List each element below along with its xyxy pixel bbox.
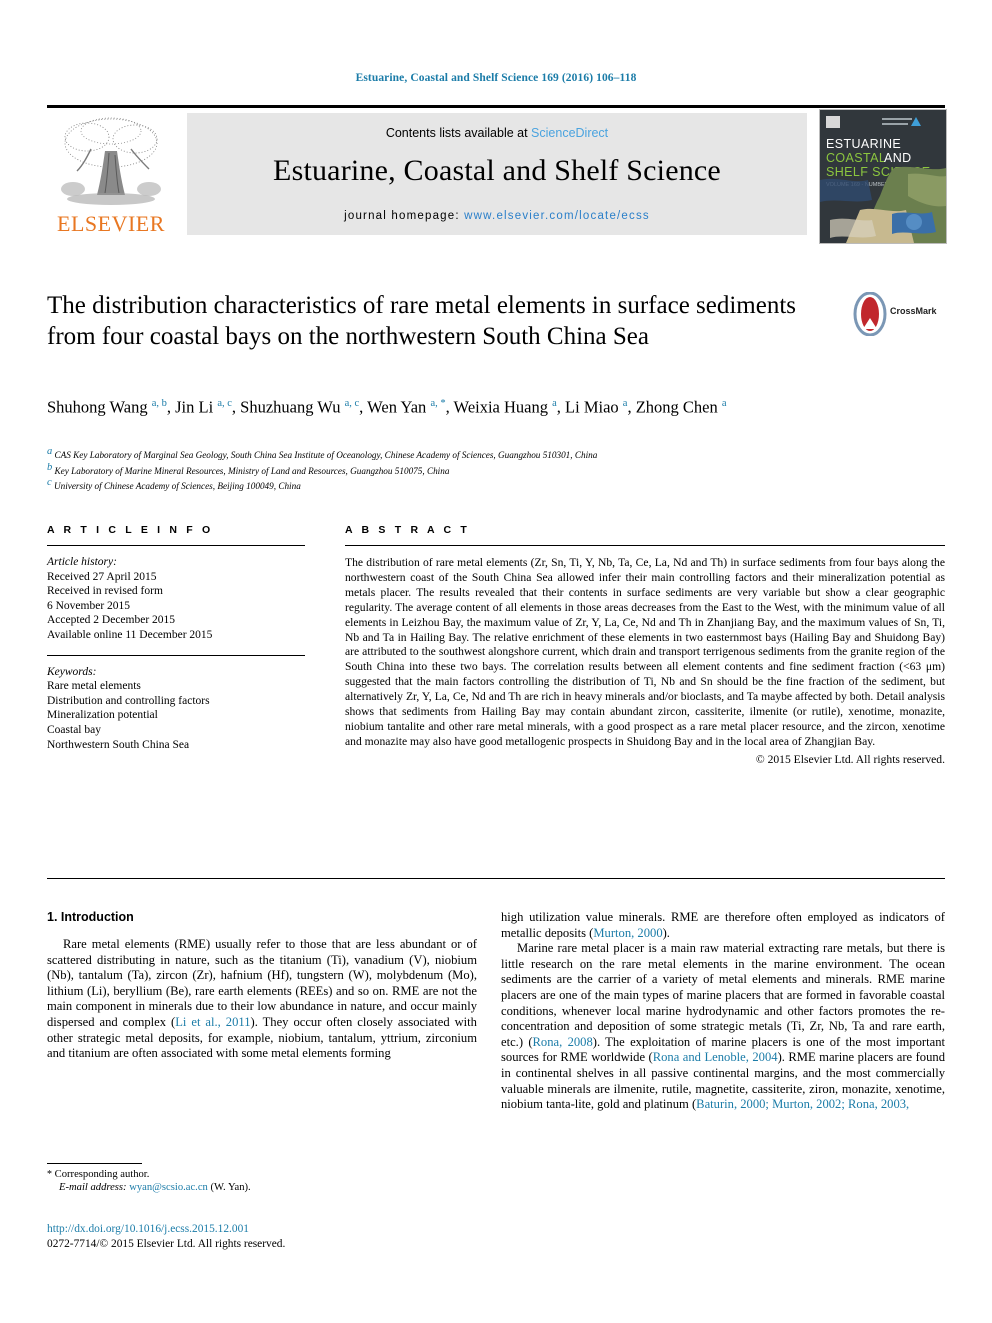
elsevier-wordmark: ELSEVIER [57,211,165,236]
corresponding-marker: * [47,1169,52,1180]
abstract-section: A B S T R A C T The distribution of rare… [345,524,945,766]
article-info-heading: A R T I C L E I N F O [47,524,214,536]
affiliation-b: b Key Laboratory of Marine Mineral Resou… [47,461,450,476]
issn-copyright-line: 0272-7714/© 2015 Elsevier Ltd. All right… [47,1237,286,1250]
elsevier-tree-icon [61,117,161,205]
abstract-text: The distribution of rare metal elements … [345,556,945,748]
email-line: E-mail address: wyan@scsio.ac.cn (W. Yan… [47,1181,477,1194]
section-heading-introduction: 1. Introduction [47,910,134,924]
svg-text:COASTAL: COASTAL [826,151,886,165]
keywords-label: Keywords: [47,665,97,678]
journal-masthead: ELSEVIER Contents lists available at Sci… [47,105,947,244]
article-history: Article history: Received 27 April 2015 R… [47,555,305,643]
article-history-item: Accepted 2 December 2015 [47,614,176,627]
title-block: The distribution characteristics of rare… [47,290,837,352]
affiliation-list: a CAS Key Laboratory of Marginal Sea Geo… [47,446,877,493]
masthead-top-rule [47,105,945,108]
doi-link[interactable]: http://dx.doi.org/10.1016/j.ecss.2015.12… [47,1222,547,1237]
intro-paragraph-1: Rare metal elements (RME) usually refer … [47,937,477,1061]
email-link[interactable]: wyan@scsio.ac.cn [129,1182,208,1193]
article-history-item: 6 November 2015 [47,599,131,612]
journal-homepage-line: journal homepage: www.elsevier.com/locat… [187,210,807,222]
article-history-label: Article history: [47,556,117,568]
email-label: E-mail address: [59,1182,127,1194]
sciencedirect-link[interactable]: ScienceDirect [531,126,608,140]
citation-link[interactable]: Baturin, 2000; Murton, 2002; Rona, 2003, [696,1097,909,1111]
introduction-right-column: high utilization value minerals. RME are… [501,910,945,1113]
crossmark-badge[interactable]: CrossMark [852,291,947,337]
journal-title: Estuarine, Coastal and Shelf Science [273,154,721,187]
corresponding-author-line: * Corresponding author. [47,1168,477,1181]
affiliation-a: a CAS Key Laboratory of Marginal Sea Geo… [47,446,598,461]
intro-paragraph-1-cont: high utilization value minerals. RME are… [501,910,945,940]
corresponding-label: Corresponding author. [54,1169,150,1180]
keyword-item: Northwestern South China Sea [47,738,190,751]
abstract-bottom-rule [47,878,945,879]
keywords-section: Keywords: Rare metal elements Distributio… [47,665,305,753]
svg-text:AND: AND [884,151,912,165]
keyword-item: Coastal bay [47,723,101,736]
citation-link[interactable]: Li et al., 2011 [175,1015,250,1029]
contents-prefix: Contents lists available at [385,126,532,140]
keyword-item: Distribution and controlling factors [47,694,210,707]
article-history-item: Received in revised form [47,585,163,598]
journal-cover-thumbnail: ESTUARINE COASTAL AND SHELF SCIENCE VOLU… [819,109,947,244]
corresponding-author-note: * Corresponding author. E-mail address: … [47,1168,477,1195]
keyword-item: Mineralization potential [47,709,158,722]
intro-paragraph-2: Marine rare metal placer is a main raw m… [501,941,945,1112]
article-history-item: Received 27 April 2015 [47,570,157,583]
abstract-copyright: © 2015 Elsevier Ltd. All rights reserved… [755,752,945,766]
keywords-rule [47,654,305,656]
article-info-section: A R T I C L E I N F O Article history: R… [47,524,305,752]
email-suffix: (W. Yan). [210,1182,251,1194]
abstract-rule [345,545,945,546]
running-head: Estuarine, Coastal and Shelf Science 169… [355,72,637,84]
journal-cover-image: ESTUARINE COASTAL AND SHELF SCIENCE VOLU… [820,110,946,243]
masthead-banner: Contents lists available at ScienceDirec… [187,113,807,235]
introduction-left-column: 1. Introduction Rare metal elements (RME… [47,910,477,1062]
crossmark-label: CrossMark [890,306,937,316]
citation-link[interactable]: Rona and Lenoble, 2004 [653,1050,778,1064]
footer-doi-block: http://dx.doi.org/10.1016/j.ecss.2015.12… [47,1222,547,1251]
svg-text:ESTUARINE: ESTUARINE [826,137,901,151]
contents-available-line: Contents lists available at ScienceDirec… [187,126,807,140]
affiliation-c: c University of Chinese Academy of Scien… [47,477,301,492]
journal-homepage-link[interactable]: www.elsevier.com/locate/ecss [464,210,650,222]
citation-link[interactable]: Rona, 2008 [533,1035,593,1049]
article-history-item: Available online 11 December 2015 [47,628,213,641]
keyword-item: Rare metal elements [47,680,141,693]
homepage-prefix: journal homepage: [344,210,465,222]
crossmark-icon [853,291,887,337]
citation-link[interactable]: Murton, 2000 [593,926,662,940]
abstract-heading: A B S T R A C T [345,524,470,536]
page-title: The distribution characteristics of rare… [47,292,797,350]
elsevier-logo: ELSEVIER [47,113,175,237]
footnote-rule [47,1163,142,1164]
article-info-rule [47,545,305,546]
paper-page: Estuarine, Coastal and Shelf Science 169… [0,0,992,1323]
author-list: Shuhong Wang a, b, Jin Li a, c, Shuzhuan… [47,397,727,417]
